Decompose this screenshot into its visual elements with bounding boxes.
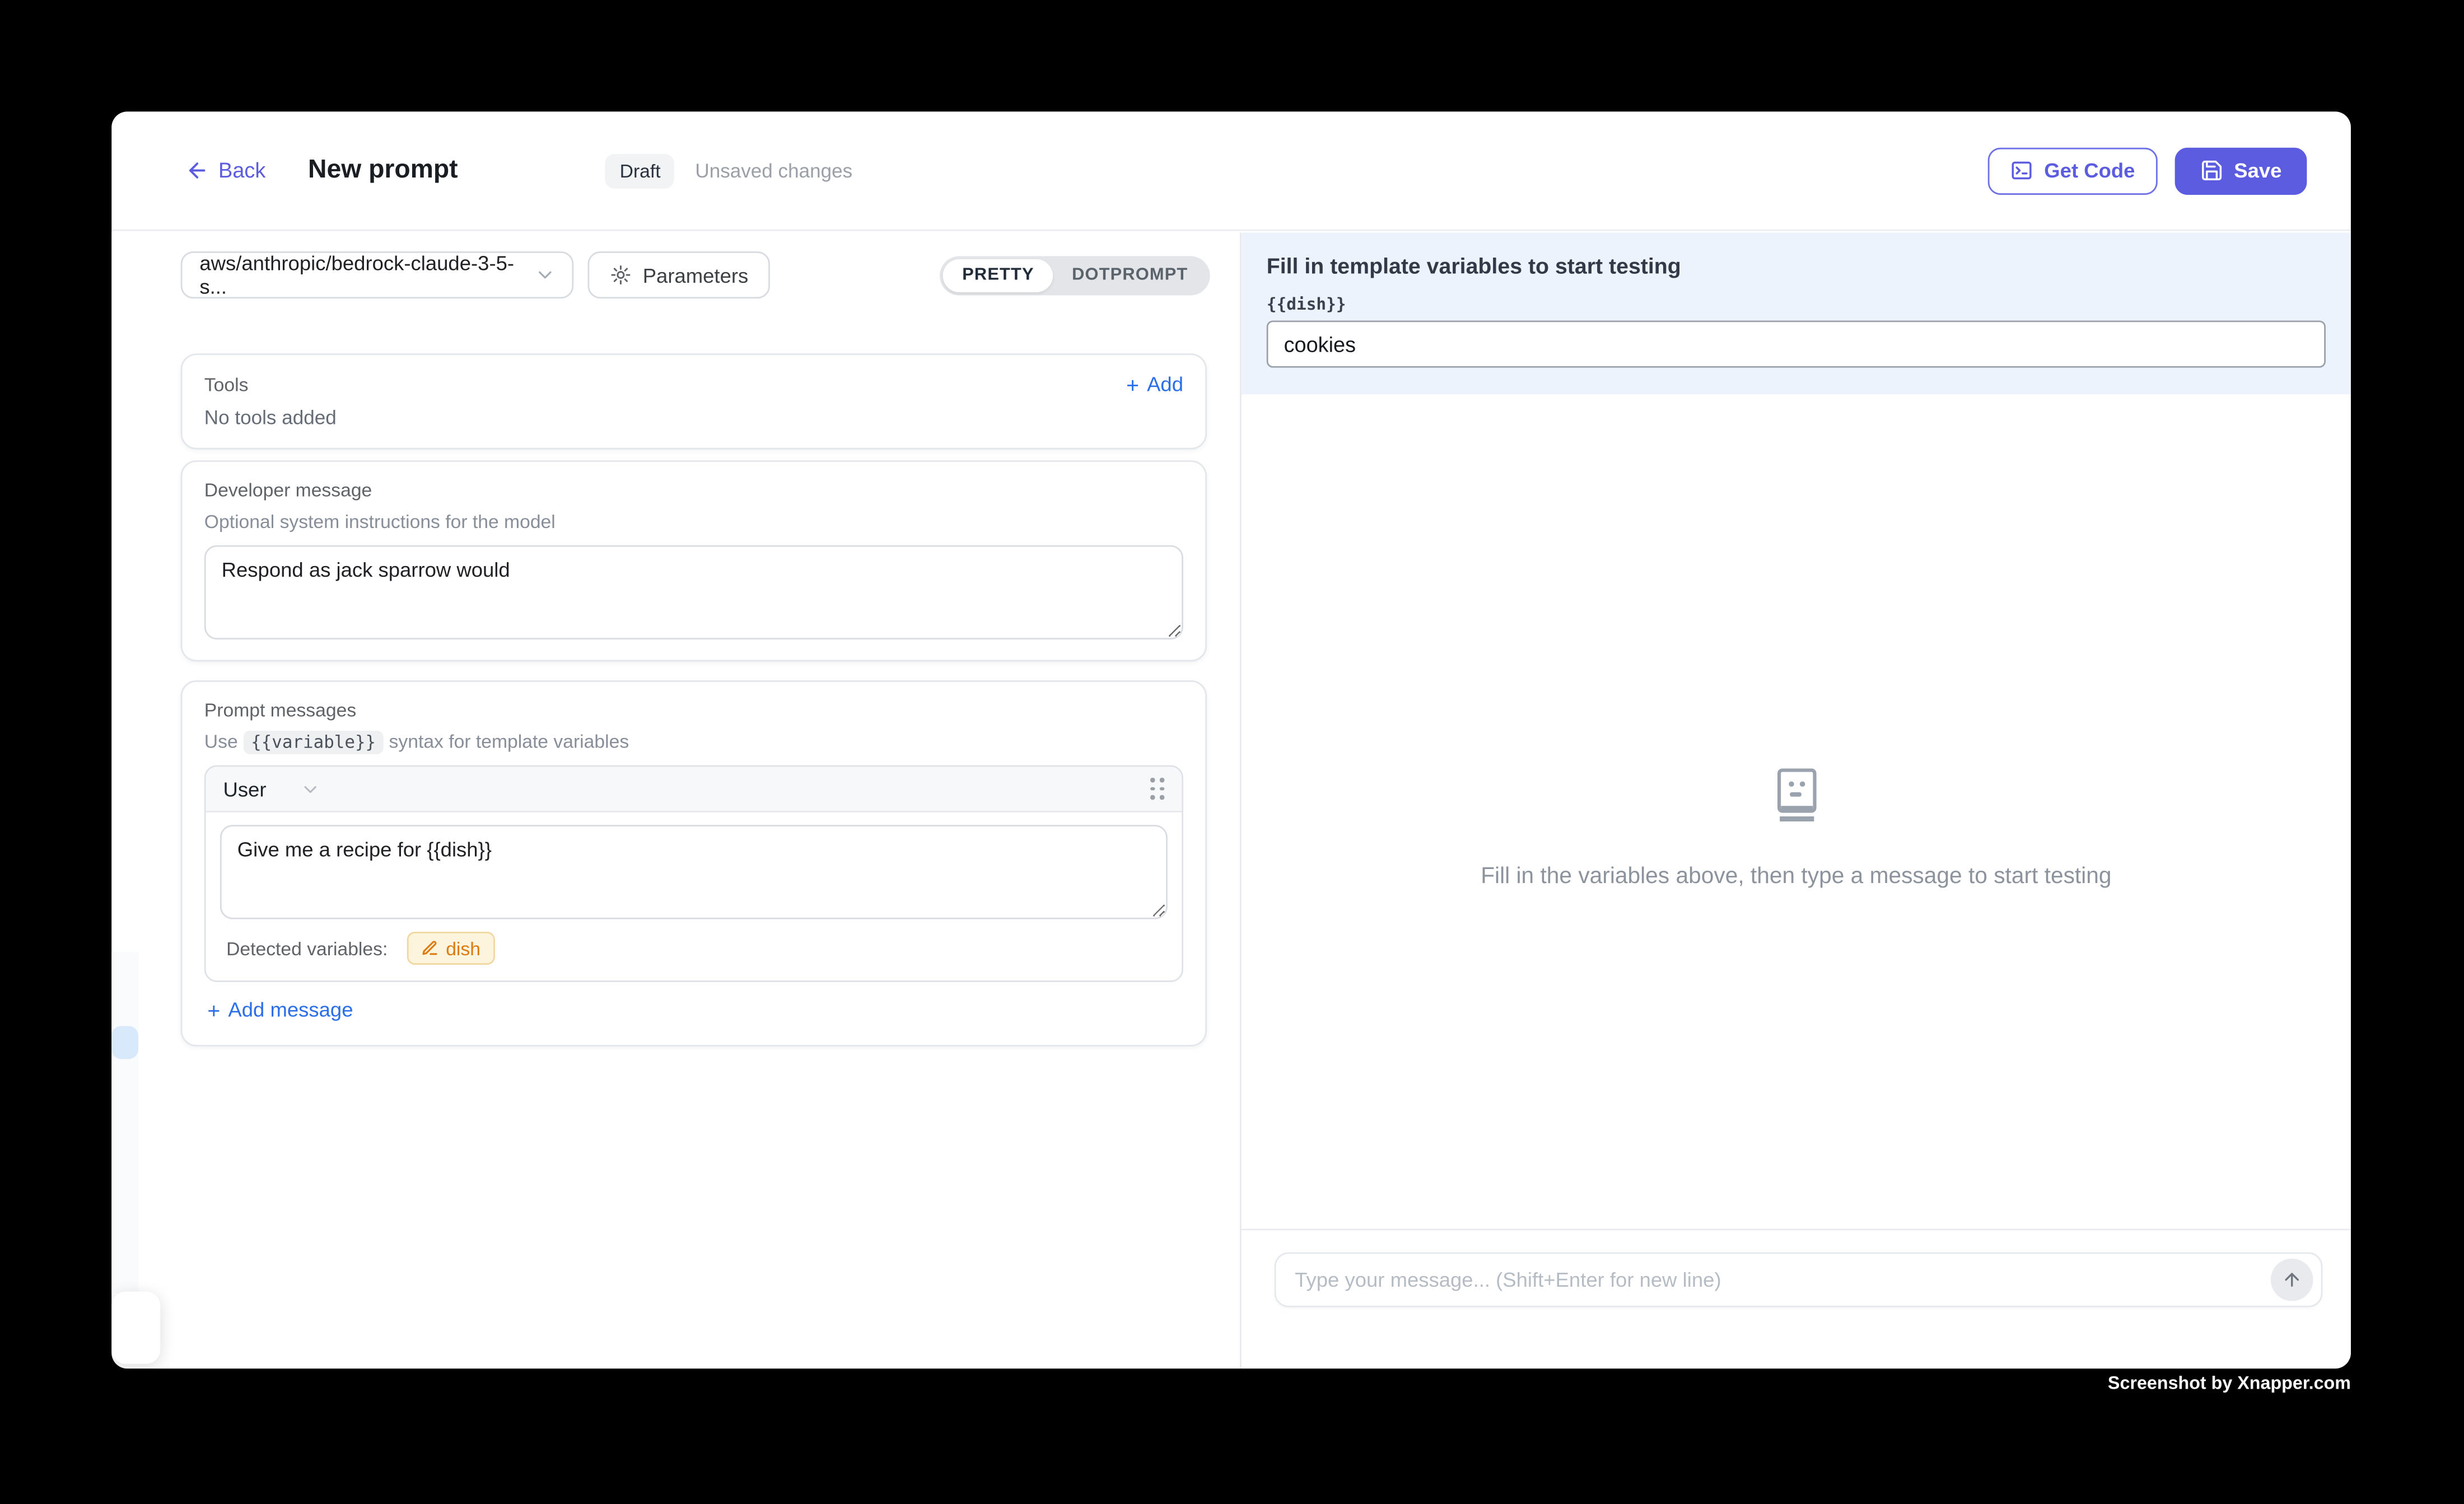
get-code-label: Get Code (2044, 158, 2135, 182)
add-message-label: Add message (228, 998, 353, 1021)
chat-input-bar (1275, 1252, 2323, 1307)
header-actions: Get Code Save (1987, 147, 2307, 194)
watermark-text: Screenshot by Xnapper.com (2108, 1375, 2351, 1394)
tools-panel: Tools + Add No tools added (181, 353, 1207, 449)
pencil-icon (421, 940, 438, 957)
drag-handle-icon[interactable] (1150, 778, 1164, 800)
chat-message-input[interactable] (1276, 1254, 2271, 1306)
chat-divider (1242, 1229, 2351, 1230)
developer-message-title: Developer message (204, 479, 1183, 501)
prompt-editor-window: Back New prompt Draft Unsaved changes Ge… (111, 111, 2351, 1368)
variable-syntax-code: {{variable}} (243, 731, 384, 754)
message-header: User (206, 767, 1182, 812)
plus-icon: + (1126, 373, 1139, 395)
unsaved-changes-text: Unsaved changes (695, 160, 852, 181)
role-select-value: User (223, 777, 266, 801)
get-code-button[interactable]: Get Code (1987, 147, 2157, 194)
developer-message-panel: Developer message Optional system instru… (181, 460, 1207, 661)
toggle-pretty[interactable]: PRETTY (944, 259, 1053, 292)
screen: Back New prompt Draft Unsaved changes Ge… (0, 0, 2464, 1503)
background-panel-highlight (111, 1026, 138, 1059)
back-button[interactable]: Back (185, 158, 265, 182)
save-button[interactable]: Save (2174, 147, 2307, 194)
model-selector-value: aws/anthropic/bedrock-claude-3-5-s... (199, 251, 534, 298)
save-floppy-icon (2200, 158, 2223, 182)
variable-chip-dish[interactable]: dish (407, 932, 494, 965)
chat-empty-text: Fill in the variables above, then type a… (1242, 864, 2351, 889)
hint-suffix: syntax for template variables (389, 731, 629, 753)
chevron-down-icon (535, 264, 557, 286)
model-row: aws/anthropic/bedrock-claude-3-5-s... Pa… (181, 251, 1210, 298)
variable-value-input[interactable] (1267, 320, 2326, 367)
model-selector[interactable]: aws/anthropic/bedrock-claude-3-5-s... (181, 251, 574, 298)
save-label: Save (2234, 158, 2281, 182)
prompt-messages-hint: Use {{variable}} syntax for template var… (204, 731, 1183, 753)
header: Back New prompt Draft Unsaved changes Ge… (111, 111, 2351, 231)
parameters-button[interactable]: Parameters (587, 251, 770, 298)
message-body: Give me a recipe for {{dish}} (206, 812, 1182, 919)
developer-message-textarea[interactable]: Respond as jack sparrow would (204, 545, 1183, 639)
variable-name-label: {{dish}} (1267, 296, 2326, 315)
page-title: New prompt (308, 156, 458, 185)
gear-icon (610, 264, 632, 286)
tools-empty-text: No tools added (204, 407, 1183, 429)
detected-variables-row: Detected variables: dish (206, 919, 1182, 980)
send-message-button[interactable] (2271, 1259, 2313, 1301)
tools-title: Tools (204, 373, 249, 395)
terminal-icon (2010, 158, 2033, 182)
template-variables-title: Fill in template variables to start test… (1267, 253, 2326, 278)
chevron-down-icon[interactable] (301, 778, 321, 798)
developer-message-subtitle: Optional system instructions for the mod… (204, 511, 1183, 533)
message-textarea[interactable]: Give me a recipe for {{dish}} (220, 825, 1168, 919)
hint-prefix: Use (204, 731, 238, 753)
editor-column: aws/anthropic/bedrock-claude-3-5-s... Pa… (111, 232, 1240, 1368)
background-panel-sliver (111, 952, 138, 1293)
status-badge: Draft (605, 153, 675, 188)
detected-variables-label: Detected variables: (226, 937, 388, 959)
test-column: Fill in template variables to start test… (1240, 232, 2351, 1368)
robot-face-icon (1775, 767, 1818, 821)
add-message-button[interactable]: + Add message (204, 998, 353, 1021)
message-item: User Give me a recipe for {{dish}} Detec… (204, 765, 1183, 982)
view-mode-toggle: PRETTY DOTPROMPT (940, 255, 1210, 295)
parameters-label: Parameters (643, 263, 749, 287)
add-tool-button[interactable]: + Add (1126, 372, 1183, 396)
variable-chip-label: dish (446, 937, 480, 959)
back-label: Back (218, 158, 265, 182)
arrow-up-icon (2281, 1269, 2302, 1290)
plus-icon: + (207, 998, 220, 1020)
background-popover-sliver (111, 1292, 160, 1364)
template-variables-box: Fill in template variables to start test… (1242, 232, 2351, 394)
toggle-dotprompt[interactable]: DOTPROMPT (1053, 259, 1207, 292)
prompt-messages-title: Prompt messages (204, 699, 1183, 721)
prompt-messages-panel: Prompt messages Use {{variable}} syntax … (181, 680, 1207, 1045)
arrow-left-icon (185, 158, 209, 182)
chat-empty-state: Fill in the variables above, then type a… (1242, 767, 2351, 889)
add-tool-label: Add (1147, 372, 1183, 396)
